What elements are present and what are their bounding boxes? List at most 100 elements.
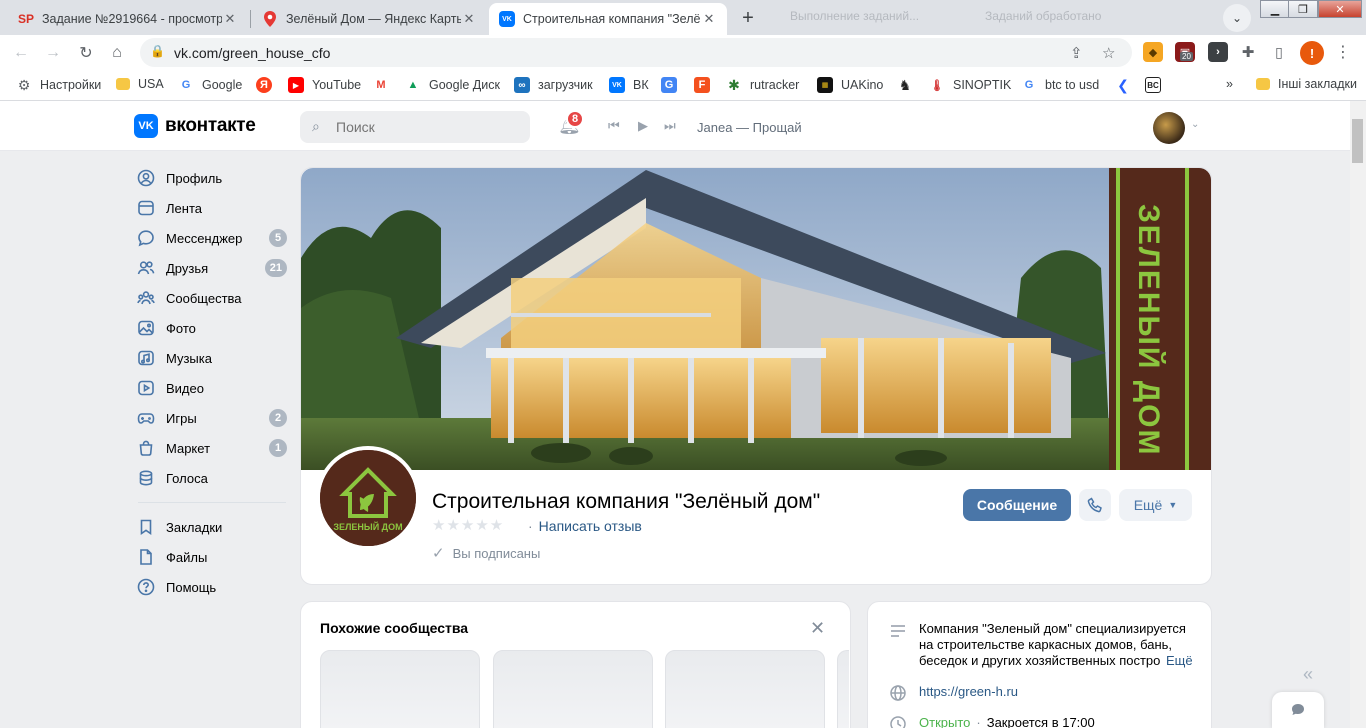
bookmark-vk[interactable]: VK ВК <box>609 77 649 93</box>
bookmark-gmail[interactable]: M <box>373 77 397 93</box>
sidebar-item-market[interactable]: Маркет 1 <box>136 436 291 460</box>
previous-track-icon[interactable]: ⏮︎ <box>608 118 620 134</box>
bookmark-settings[interactable]: ⚙ Настройки <box>16 77 102 93</box>
tab-close-icon[interactable]: ✕ <box>222 11 238 27</box>
similar-community-tile[interactable] <box>320 650 480 728</box>
next-track-icon[interactable]: ⏭︎ <box>664 118 676 134</box>
bookmark-f[interactable]: F <box>694 77 718 93</box>
other-bookmarks[interactable]: Інші закладки <box>1256 77 1357 91</box>
user-avatar[interactable] <box>1153 112 1185 144</box>
vk-logo-text[interactable]: вконтакте <box>165 115 256 137</box>
bookmark-loader[interactable]: ∞ загрузчик <box>514 77 593 93</box>
google-drive-icon: ▲ <box>407 79 419 91</box>
bookmark-translate[interactable]: G <box>661 77 685 93</box>
back-arrow-icon[interactable]: ← <box>8 40 34 66</box>
sidebar-item-help[interactable]: Помощь <box>136 575 291 599</box>
more-button[interactable]: Ещё ▼ <box>1119 489 1192 521</box>
page-scrollbar[interactable] <box>1350 101 1366 728</box>
profile-avatar[interactable]: ! <box>1300 41 1324 65</box>
sidebar-item-video[interactable]: Видео <box>136 376 291 400</box>
similar-communities-title: Похожие сообщества <box>320 620 469 636</box>
subscription-status[interactable]: ✓ Вы подписаны <box>432 544 540 562</box>
tab-title: Зелёный Дом — Яндекс Карты <box>286 12 461 26</box>
call-button[interactable] <box>1079 489 1111 521</box>
community-cover-image[interactable]: ЗЕЛЕНЫЙ ДОМ <box>301 168 1211 470</box>
bookmark-bc[interactable]: BC <box>1145 77 1169 93</box>
bookmark-youtube[interactable]: ▶ YouTube <box>288 77 361 93</box>
forward-arrow-icon[interactable]: → <box>40 40 66 66</box>
chess-knight-icon: ♞ <box>898 76 912 93</box>
sidebar-item-music[interactable]: Музыка <box>136 346 291 370</box>
bookmark-chess[interactable]: ♞ <box>897 77 921 93</box>
url-text[interactable]: vk.com/green_house_cfo <box>174 45 330 61</box>
search-input[interactable] <box>336 117 516 137</box>
tab-close-icon[interactable]: ✕ <box>461 11 477 27</box>
sidebar-item-feed[interactable]: Лента <box>136 196 291 220</box>
tab-close-icon[interactable]: ✕ <box>701 11 717 27</box>
minimize-icon[interactable]: ▁ <box>1260 0 1290 18</box>
similar-community-tile[interactable] <box>493 650 653 728</box>
chevron-down-icon[interactable]: ⌄ <box>1191 119 1199 130</box>
bookmark-rutracker[interactable]: ✱ rutracker <box>726 77 799 93</box>
website-link[interactable]: https://green-h.ru <box>919 684 1018 702</box>
now-playing-track[interactable]: Janea — Прощай <box>697 120 802 135</box>
vk-search-box[interactable]: ⌕ <box>300 111 530 143</box>
sidebar-item-profile[interactable]: Профиль <box>136 166 291 190</box>
sidebar-item-communities[interactable]: Сообщества <box>136 286 291 310</box>
sidebar-item-votes[interactable]: Голоса <box>136 466 291 490</box>
side-panel-icon[interactable]: ▯ <box>1269 42 1289 62</box>
rating-stars[interactable]: ★★★★★ <box>432 516 504 534</box>
bookmark-yandex[interactable]: Я <box>256 77 280 93</box>
close-icon[interactable]: ✕ <box>810 618 825 639</box>
bookmark-google[interactable]: G Google <box>178 77 243 93</box>
share-icon[interactable]: ⇪ <box>1070 44 1083 62</box>
double-chevron-left-icon[interactable]: « <box>1303 664 1313 685</box>
chat-widget-button[interactable] <box>1272 692 1324 728</box>
friends-count-badge: 21 <box>264 259 287 277</box>
restore-icon[interactable]: ❐ <box>1288 0 1318 18</box>
description-more-link[interactable]: Ещё <box>1160 653 1193 668</box>
puzzle-extensions-icon[interactable]: ✚ <box>1238 42 1258 62</box>
sidebar-item-files[interactable]: Файлы <box>136 545 291 569</box>
vk-logo-icon[interactable]: VK <box>134 114 158 138</box>
lock-icon[interactable]: 🔒 <box>150 44 165 58</box>
profile-icon <box>136 168 156 188</box>
tab-task[interactable]: SP Задание №2919664 - просмотр ✕ <box>8 3 248 35</box>
bookmark-arrow-extension-icon[interactable]: › <box>1208 42 1228 62</box>
similar-community-tile[interactable] <box>665 650 825 728</box>
bookmarks-overflow[interactable]: » <box>1226 77 1233 91</box>
hours-row[interactable]: Открыто · Закроется в 17:00 <box>888 715 1095 728</box>
sidebar-item-friends[interactable]: Друзья 21 <box>136 256 291 280</box>
sidebar-item-bookmarks[interactable]: Закладки <box>136 515 291 539</box>
scrollbar-thumb[interactable] <box>1352 119 1363 163</box>
bookmark-google-drive[interactable]: ▲ Google Диск <box>405 77 500 93</box>
more-button-label: Ещё <box>1133 497 1163 513</box>
bookmark-sinoptik[interactable]: 🌡 SINOPTIK <box>929 77 1011 93</box>
sidebar-item-label: Лента <box>166 200 202 216</box>
community-avatar[interactable]: ЗЕЛЕНЫЙ ДОМ <box>316 446 420 550</box>
bookmark-btc[interactable]: Gbtc to usd <box>1021 77 1099 93</box>
address-bar[interactable]: 🔒 vk.com/green_house_cfo ⇪ ☆ <box>140 38 1132 67</box>
bookmark-arrow[interactable]: ❮ <box>1115 77 1139 93</box>
sidebar-item-photos[interactable]: Фото <box>136 316 291 340</box>
uakino-icon: ▦ <box>817 77 833 93</box>
write-review-link[interactable]: Написать отзыв <box>528 518 642 534</box>
tab-yandex-maps[interactable]: Зелёный Дом — Яндекс Карты ✕ <box>252 3 487 35</box>
shopping-bag-icon <box>136 438 156 458</box>
reload-icon[interactable]: ↻ <box>73 40 99 66</box>
sidebar-item-messenger[interactable]: Мессенджер 5 <box>136 226 291 250</box>
new-tab-button[interactable]: + <box>735 5 761 31</box>
bookmark-usa[interactable]: USA <box>116 77 164 91</box>
similar-community-tile[interactable] <box>837 650 849 728</box>
shield-extension-icon[interactable]: ◆ <box>1143 42 1163 62</box>
message-button[interactable]: Сообщение <box>963 489 1071 521</box>
home-icon[interactable]: ⌂ <box>104 40 130 66</box>
more-menu-icon[interactable]: ⋮ <box>1335 42 1351 62</box>
bookmark-star-icon[interactable]: ☆ <box>1102 44 1115 62</box>
tab-vk-active[interactable]: VK Строительная компания "Зелё ✕ <box>489 3 727 35</box>
play-icon[interactable]: ▶ <box>638 118 648 134</box>
bookmark-uakino[interactable]: ▦ UAKino <box>817 77 883 93</box>
sidebar-item-games[interactable]: Игры 2 <box>136 406 291 430</box>
close-window-icon[interactable]: ✕ <box>1318 0 1362 18</box>
tab-search-chevron-icon[interactable]: ⌄ <box>1223 4 1251 32</box>
